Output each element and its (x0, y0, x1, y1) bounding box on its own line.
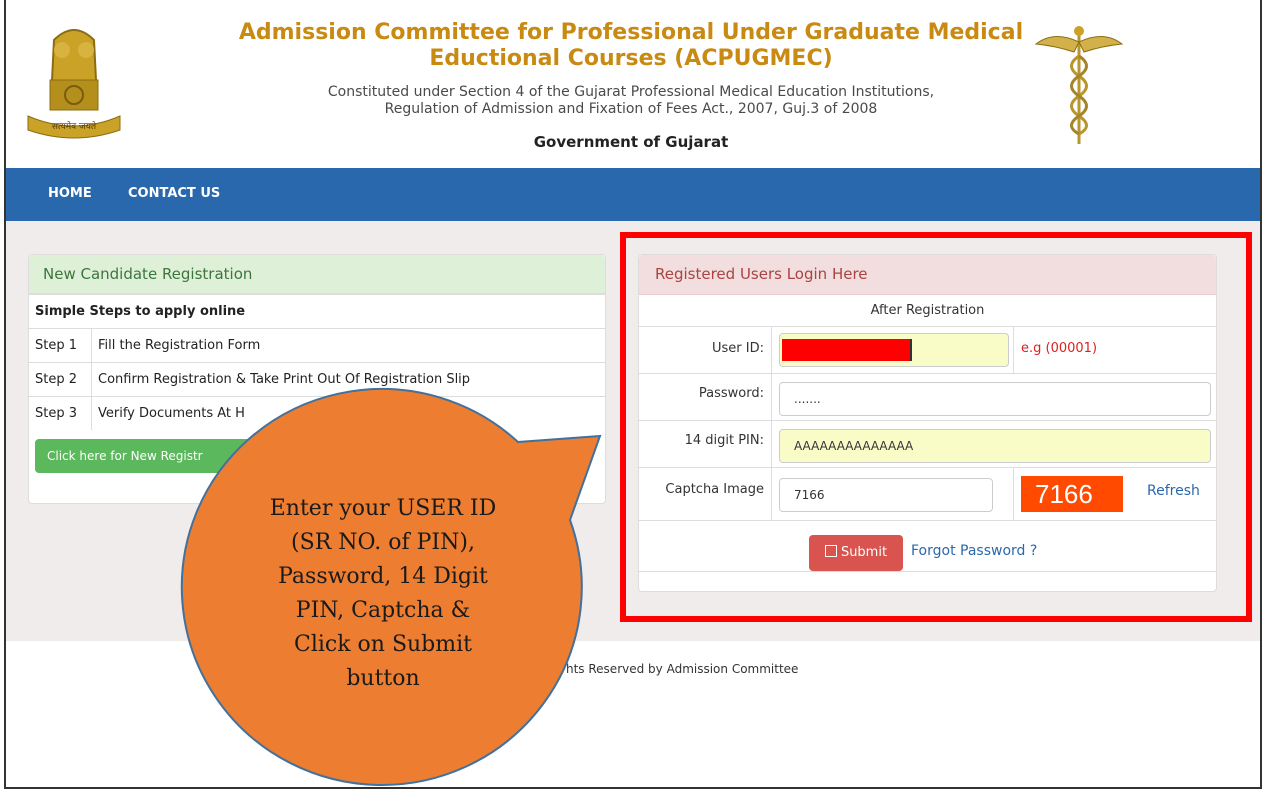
new-registration-heading: New Candidate Registration (29, 255, 605, 294)
user-id-field[interactable] (779, 333, 1009, 367)
callout-line: button (346, 666, 420, 691)
step-number: Step 2 (29, 362, 92, 397)
step-text: Verify Documents At H (91, 396, 605, 430)
footer-text: hts Reserved by Admission Committee (566, 662, 799, 676)
submit-row: Submit Forgot Password ? (639, 521, 1216, 572)
new-registration-button[interactable]: Click here for New Registr (35, 439, 325, 473)
captcha-field[interactable]: 7166 (779, 478, 993, 512)
step-number: Step 1 (29, 328, 92, 363)
captcha-row: Captcha Image 7166 7166 Refresh (639, 468, 1216, 521)
table-row: Step 2 Confirm Registration & Take Print… (29, 362, 605, 397)
login-panel: Registered Users Login Here After Regist… (638, 254, 1217, 592)
submit-label: Submit (840, 545, 888, 560)
user-id-hint: e.g (00001) (1021, 341, 1098, 356)
password-field[interactable]: ....... (779, 382, 1211, 416)
title-line-2: Eductional Courses (ACPUGMEC) (429, 46, 833, 71)
step-text: Confirm Registration & Take Print Out Of… (91, 362, 605, 397)
page-title: Admission Committee for Professional Und… (206, 20, 1056, 72)
government-label: Government of Gujarat (533, 133, 729, 151)
caduceus-icon (1034, 26, 1124, 144)
nav-home-link[interactable]: HOME (48, 186, 92, 201)
submit-button[interactable]: Submit (809, 535, 903, 571)
password-row: Password: ....... (639, 374, 1216, 421)
callout-line: (SR NO. of PIN), (291, 530, 475, 555)
pin-row: 14 digit PIN: AAAAAAAAAAAAAA (639, 421, 1216, 468)
login-heading: Registered Users Login Here (639, 255, 1216, 295)
user-id-row: User ID: e.g (00001) (639, 327, 1216, 374)
captcha-label: Captcha Image (665, 482, 764, 497)
user-id-label: User ID: (712, 341, 764, 356)
callout-line: Password, 14 Digit (278, 564, 488, 589)
main-navbar: HOME CONTACT US (6, 168, 1260, 221)
step-number: Step 3 (29, 396, 92, 430)
subtitle-line-1: Constituted under Section 4 of the Gujar… (327, 84, 935, 100)
steps-title: Simple Steps to apply online (29, 294, 605, 329)
steps-table: Simple Steps to apply online Step 1 Fill… (29, 294, 605, 430)
callout-line: Click on Submit (293, 632, 473, 657)
after-registration-label: After Registration (639, 295, 1216, 327)
captcha-image: 7166 (1021, 476, 1123, 512)
step-text: Fill the Registration Form (91, 328, 605, 363)
page-subtitle: Constituted under Section 4 of the Gujar… (206, 84, 1056, 118)
table-row: Simple Steps to apply online (29, 294, 605, 329)
svg-text:सत्यमेव जयते: सत्यमेव जयते (52, 120, 97, 132)
site-header: सत्यमेव जयते Admission Committee for Pro… (6, 0, 1260, 168)
captcha-refresh-link[interactable]: Refresh (1147, 483, 1200, 499)
table-row: Step 1 Fill the Registration Form (29, 328, 605, 363)
ashoka-emblem-icon: सत्यमेव जयते (27, 29, 121, 139)
subtitle-line-2: Regulation of Admission and Fixation of … (384, 101, 878, 117)
title-line-1: Admission Committee for Professional Und… (238, 20, 1024, 45)
nav-contact-link[interactable]: CONTACT US (128, 186, 220, 201)
password-label: Password: (698, 386, 764, 401)
pin-label: 14 digit PIN: (684, 433, 764, 448)
callout-line: Enter your USER ID (269, 496, 497, 521)
callout-line: PIN, Captcha & (295, 598, 471, 623)
save-icon (824, 545, 837, 557)
table-row: Step 3 Verify Documents At H (29, 396, 605, 430)
forgot-password-link[interactable]: Forgot Password ? (911, 543, 1037, 559)
callout-text: Enter your USER ID (SR NO. of PIN), Pass… (218, 492, 548, 696)
page-frame: सत्यमेव जयते Admission Committee for Pro… (4, 0, 1262, 789)
redacted-user-id (782, 339, 912, 361)
new-registration-panel: New Candidate Registration Simple Steps … (28, 254, 606, 504)
pin-field[interactable]: AAAAAAAAAAAAAA (779, 429, 1211, 463)
